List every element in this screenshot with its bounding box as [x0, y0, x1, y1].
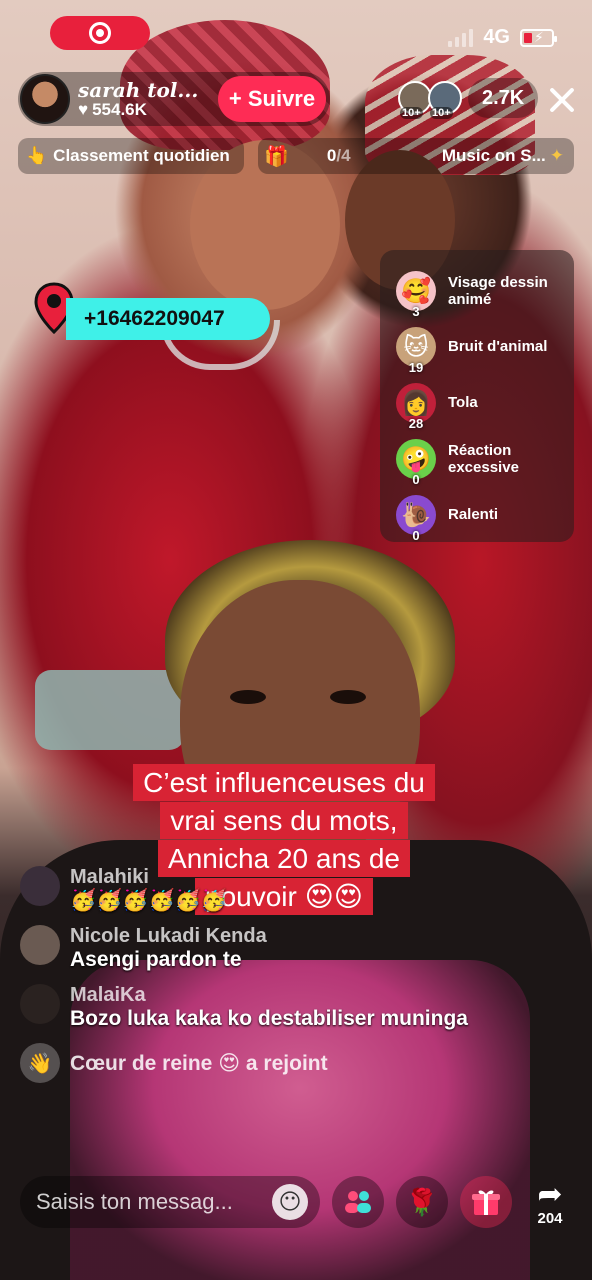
host-avatar[interactable]: [20, 74, 70, 124]
host-likes-count: 554.6K: [92, 99, 147, 119]
cartoon-face-icon: 🥰 3: [396, 271, 436, 319]
viewer-count[interactable]: 2.7K: [468, 78, 539, 118]
chat-username[interactable]: Nicole Lukadi Kenda: [70, 925, 267, 948]
gift-box-icon: 🎁: [264, 145, 289, 168]
chat-message[interactable]: Nicole Lukadi Kenda Asengi pardon te: [20, 925, 560, 972]
wave-icon: 👋: [20, 1043, 60, 1083]
music-label: Music on S...: [441, 146, 546, 165]
gift-button[interactable]: [460, 1176, 512, 1228]
effect-item[interactable]: 👩 28 Tola: [396, 376, 574, 431]
avatar[interactable]: [20, 925, 60, 965]
chat-text: 🥳🥳🥳🥳🥳🥳: [70, 889, 227, 912]
pointing-up-icon: 👆: [26, 146, 48, 165]
avatar[interactable]: [20, 866, 60, 906]
chat-list[interactable]: Malahiki 🥳🥳🥳🥳🥳🥳 Nicole Lukadi Kenda Asen…: [20, 866, 560, 1083]
chat-text: Bozo luka kaka ko destabiliser muninga: [70, 1007, 468, 1030]
avatar[interactable]: [20, 984, 60, 1024]
phone-number-sticker: +16462209047: [66, 298, 270, 340]
effect-count: 0: [412, 528, 420, 543]
close-icon[interactable]: [546, 84, 578, 116]
share-count: 204: [537, 1210, 563, 1227]
people-icon: [345, 1191, 371, 1213]
follow-button[interactable]: + Suivre: [218, 76, 326, 122]
network-label: 4G: [483, 26, 510, 48]
effect-item[interactable]: 🐌 0 Ralenti: [396, 488, 574, 543]
effect-count: 28: [408, 416, 424, 431]
caption-line: vrai sens du mots,: [160, 802, 408, 839]
viewer-avatar[interactable]: 10+: [398, 81, 432, 119]
viewer-badge: 10+: [430, 107, 453, 119]
viewer-badge: 10+: [400, 107, 423, 119]
effect-label: Bruit d'animal: [448, 338, 548, 356]
magic-wand-icon: ✦: [549, 146, 564, 165]
chat-message[interactable]: Malahiki 🥳🥳🥳🥳🥳🥳: [20, 866, 560, 913]
top-viewers[interactable]: 10+ 10+ 2.7K: [398, 78, 539, 119]
join-text: Cœur de reine 😍 a rejoint: [70, 1051, 328, 1075]
effect-item[interactable]: 🤪 0 Réaction excessive: [396, 432, 574, 487]
recording-indicator: [50, 16, 150, 50]
ranking-label: Classement quotidien: [53, 146, 230, 165]
multi-guest-icon[interactable]: [332, 1176, 384, 1228]
share-arrow-icon: ➦: [537, 1178, 563, 1211]
status-bar: 4G ⚡: [448, 26, 557, 49]
tola-icon: 👩 28: [396, 383, 436, 431]
host-likes: ♥ 554.6K: [78, 99, 198, 119]
snail-icon: 🐌 0: [396, 495, 436, 543]
bottom-bar: 😶 🌹 ➦ 204: [0, 1172, 592, 1232]
effect-label: Ralenti: [448, 506, 499, 524]
chat-message[interactable]: MalaiKa Bozo luka kaka ko destabiliser m…: [20, 984, 560, 1031]
chat-text: Asengi pardon te: [70, 948, 242, 971]
effect-item[interactable]: 🥰 3 Visage dessin animé: [396, 264, 574, 319]
emoji-icon[interactable]: 😶: [272, 1184, 308, 1220]
battery-icon: ⚡: [520, 28, 557, 47]
effects-panel: 🥰 3 Visage dessin animé 🐱 19 Bruit d'anima…: [380, 250, 574, 543]
effect-count: 3: [412, 304, 420, 319]
effect-item[interactable]: 🐱 19 Bruit d'animal: [396, 320, 574, 375]
host-chip[interactable]: sarah tol... ♥ 554.6K + Suivre: [18, 72, 330, 126]
daily-ranking-button[interactable]: 👆 Classement quotidien: [18, 138, 244, 174]
effect-count: 0: [412, 472, 420, 487]
rose-icon[interactable]: 🌹: [396, 1176, 448, 1228]
signal-icon: [448, 28, 474, 47]
cat-icon: 🐱 19: [396, 327, 436, 375]
host-name: sarah tol...: [78, 77, 199, 102]
gift-icon: [472, 1190, 500, 1215]
heart-icon: ♥: [78, 99, 89, 119]
chat-username[interactable]: Malahiki: [70, 866, 227, 889]
join-notification: 👋 Cœur de reine 😍 a rejoint: [20, 1043, 560, 1083]
chat-username[interactable]: MalaiKa: [70, 984, 468, 1007]
caption-line: C’est influenceuses du: [133, 764, 435, 801]
viewer-avatar[interactable]: 10+: [428, 81, 462, 119]
share-button[interactable]: ➦ 204: [530, 1178, 570, 1228]
goal-progress: 0/4: [326, 146, 351, 165]
effect-count: 19: [408, 360, 424, 375]
effect-label: Réaction excessive: [448, 441, 519, 476]
effect-label: Visage dessin animé: [448, 273, 548, 308]
music-goal-bar[interactable]: 🎁 0/4 Music on S... ✦: [258, 138, 574, 174]
effect-label: Tola: [448, 394, 478, 412]
excessive-reaction-icon: 🤪 0: [396, 439, 436, 487]
record-icon: [89, 22, 111, 44]
